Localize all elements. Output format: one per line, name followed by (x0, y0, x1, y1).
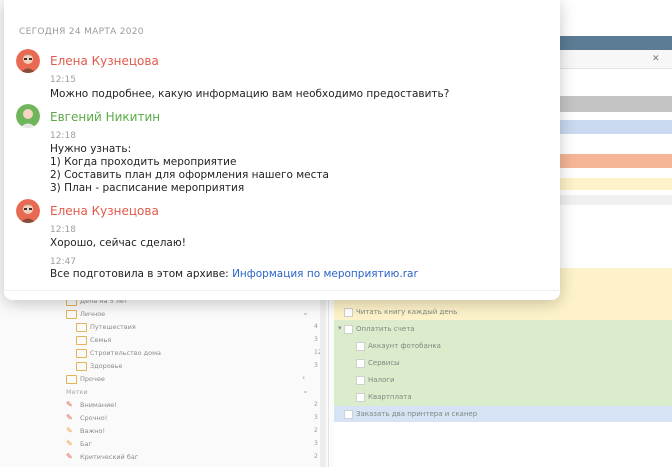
folder-icon (66, 310, 77, 319)
task-checkbox[interactable] (344, 325, 353, 334)
task-row[interactable]: Налоги (334, 372, 672, 389)
tag-icon: ✎ (66, 413, 73, 422)
message-author[interactable]: Елена Кузнецова (50, 204, 159, 218)
message-time: 12:18 (50, 225, 76, 235)
tag-label: Внимание! (80, 401, 117, 409)
message-text: Нужно узнать: (50, 143, 132, 155)
sidebar-item-label: Здоровье (90, 362, 123, 370)
message-text: 3) План - расписание мероприятия (50, 182, 245, 194)
message-time: 12:18 (50, 131, 76, 141)
item-count: 2 (314, 401, 318, 408)
sidebar-scrollbar[interactable] (320, 290, 326, 467)
message-text: Хорошо, сейчас сделаю! (50, 237, 186, 249)
task-title: Сервисы (368, 359, 400, 367)
sidebar-item-travel[interactable]: Путешествия 4 (0, 322, 320, 335)
sidebar-item-label: Семья (90, 336, 112, 344)
task-row[interactable]: Квартплата (334, 389, 672, 406)
task-checkbox[interactable] (356, 359, 365, 368)
tag-label: Важно! (80, 427, 106, 435)
task-checkbox[interactable] (344, 308, 353, 317)
sidebar-item-label: Строительство дома (90, 349, 162, 357)
task-checkbox[interactable] (344, 410, 353, 419)
task-checkbox[interactable] (356, 393, 365, 402)
chat-popup: СЕГОДНЯ 24 МАРТА 2020 Елена Кузнецова 12… (4, 0, 560, 300)
item-count: 4 (314, 323, 318, 330)
sidebar-item-personal[interactable]: Личное ⌄ (0, 308, 320, 322)
task-row[interactable]: Сервисы (334, 355, 672, 372)
folder-icon (76, 336, 87, 345)
message-text: 1) Когда проходить мероприятие (50, 156, 237, 168)
tag-item-important[interactable]: ✎ Важно! 2 (0, 426, 320, 439)
task-row[interactable]: Заказать два принтера и сканер (334, 406, 672, 423)
task-title: Аккаунт фотобанка (368, 342, 441, 350)
sidebar-item-house[interactable]: Строительство дома 12 (0, 348, 322, 361)
task-title: Оплатить счета (356, 325, 415, 333)
task-checkbox[interactable] (356, 342, 365, 351)
sidebar-item-family[interactable]: Семья 3 (0, 335, 320, 348)
chat-date-header: СЕГОДНЯ 24 МАРТА 2020 (19, 27, 144, 37)
avatar[interactable] (16, 49, 40, 73)
task-row[interactable]: Аккаунт фотобанка (334, 338, 672, 355)
item-count: 2 (314, 453, 318, 460)
message-author[interactable]: Евгений Никитин (50, 110, 160, 124)
task-title: Квартплата (368, 393, 412, 401)
avatar[interactable] (16, 199, 40, 223)
tag-item-critical-bug[interactable]: ✎ Критический баг 2 (0, 452, 320, 465)
task-title: Налоги (368, 376, 395, 384)
message-author[interactable]: Елена Кузнецова (50, 54, 159, 68)
sidebar-item-other[interactable]: Прочее ‹ (0, 373, 320, 387)
item-count: 2 (314, 427, 318, 434)
sidebar-item-label: Прочее (80, 375, 105, 383)
tags-section-label: Метки (66, 388, 88, 396)
task-row[interactable]: Читать книгу каждый день (334, 304, 672, 321)
tag-icon: ✎ (66, 439, 73, 448)
tags-section-header[interactable]: Метки ⌄ (0, 386, 320, 400)
attachment-link[interactable]: Информация по мероприятию.rar (232, 268, 418, 280)
chevron-left-icon[interactable]: ‹ (302, 373, 305, 382)
task-title: Читать книгу каждый день (356, 308, 458, 316)
item-count: 3 (314, 414, 318, 421)
message-text: Все подготовила в этом архиве: Информаци… (50, 268, 418, 280)
folder-icon (76, 349, 87, 358)
tag-icon: ✎ (66, 452, 73, 461)
item-count: 3 (314, 336, 318, 343)
tag-icon: ✎ (66, 400, 73, 409)
chat-divider (4, 290, 560, 291)
tag-icon: ✎ (66, 426, 73, 435)
close-icon[interactable]: ✕ (652, 54, 660, 64)
folder-icon (66, 375, 77, 384)
folder-icon (76, 362, 87, 371)
sidebar-item-health[interactable]: Здоровье 3 (0, 361, 320, 374)
tag-label: Критический баг (80, 453, 139, 461)
chevron-down-icon[interactable]: ⌄ (302, 386, 309, 395)
task-row[interactable]: ▾ Оплатить счета (334, 321, 672, 338)
item-count: 3 (314, 362, 318, 369)
message-text: 2) Составить план для оформления нашего … (50, 169, 329, 181)
folder-icon (76, 323, 87, 332)
message-text-prefix: Все подготовила в этом архиве: (50, 268, 233, 280)
message-time: 12:47 (50, 257, 76, 267)
sidebar-item-label: Путешествия (90, 323, 136, 331)
tag-label: Баг (80, 440, 92, 448)
expand-arrow-icon[interactable]: ▾ (338, 324, 342, 332)
message-text: Можно подробнее, какую информацию вам не… (50, 88, 450, 100)
chevron-down-icon[interactable]: ⌄ (302, 308, 309, 317)
tag-label: Срочно! (80, 414, 108, 422)
avatar[interactable] (16, 104, 40, 128)
tag-item-attention[interactable]: ✎ Внимание! 2 (0, 400, 320, 413)
tag-item-urgent[interactable]: ✎ Срочно! 3 (0, 413, 320, 426)
message-time: 12:15 (50, 75, 76, 85)
sidebar-item-label: Личное (80, 310, 106, 318)
task-title: Заказать два принтера и сканер (356, 410, 478, 418)
task-checkbox[interactable] (356, 376, 365, 385)
item-count: 3 (314, 440, 318, 447)
tag-item-bug[interactable]: ✎ Баг 3 (0, 439, 320, 452)
